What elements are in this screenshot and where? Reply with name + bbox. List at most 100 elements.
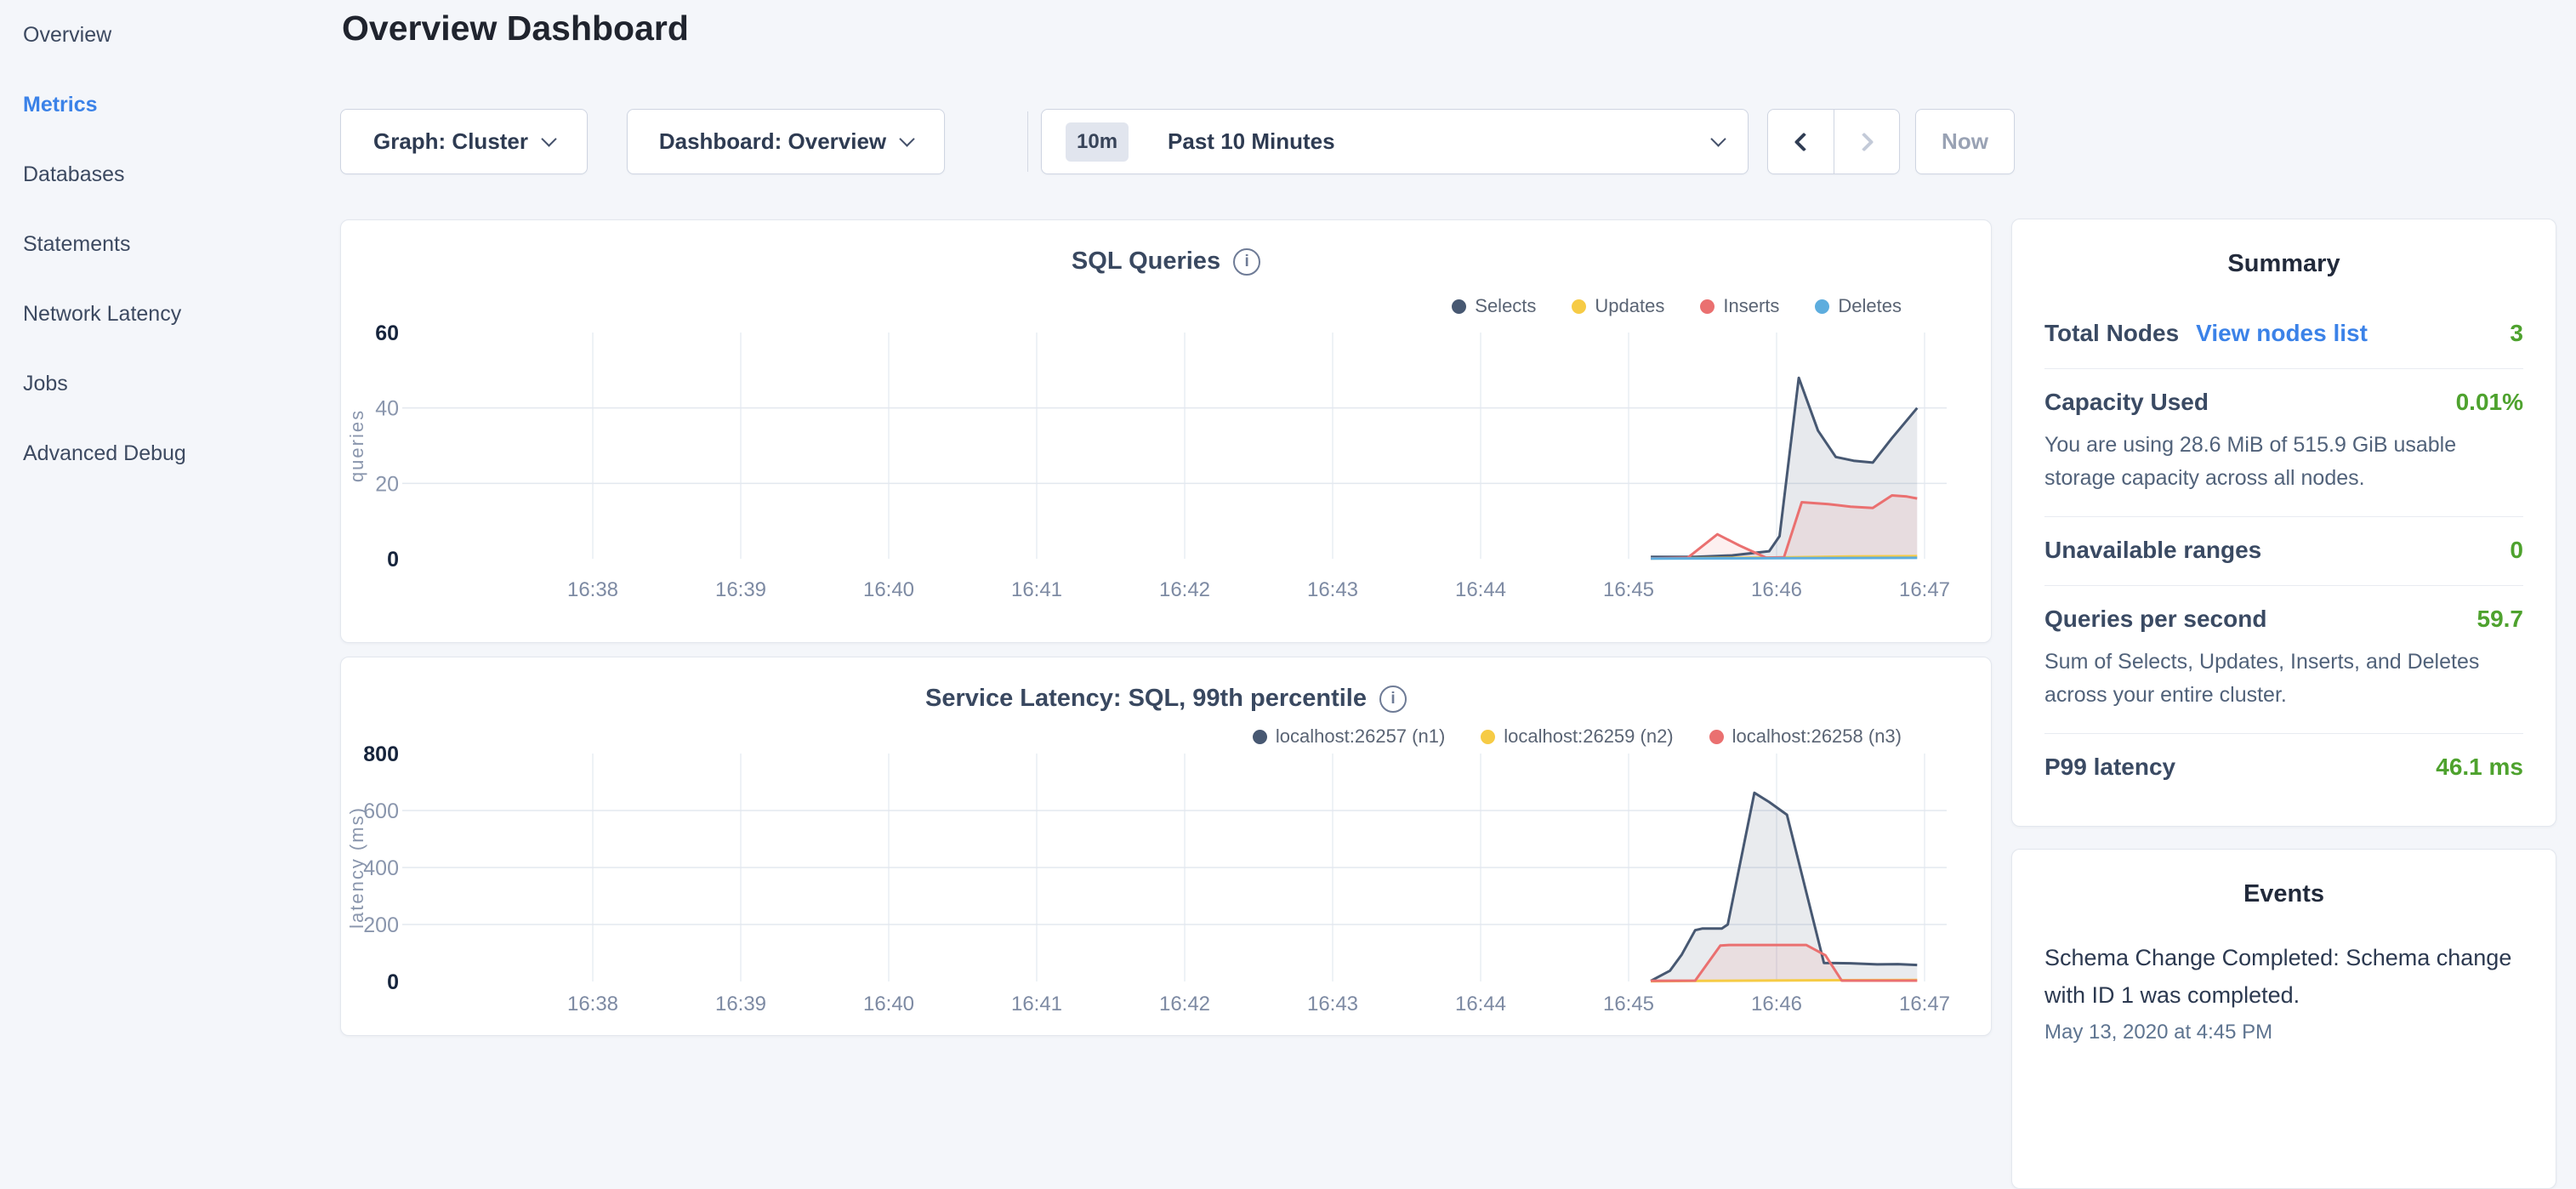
events-panel: Events Schema Change Completed: Schema c… (2011, 849, 2556, 1189)
service-latency-chart[interactable]: 16:3816:3916:4016:4116:4216:4316:4416:45… (341, 745, 1991, 1026)
legend-dot-icon (1452, 299, 1466, 314)
event-message[interactable]: Schema Change Completed: Schema change w… (2044, 939, 2523, 1014)
graph-dropdown[interactable]: Graph: Cluster (340, 109, 588, 174)
sidebar-item-overview[interactable]: Overview (0, 0, 340, 70)
svg-text:16:43: 16:43 (1307, 993, 1358, 1015)
svg-text:20: 20 (375, 472, 399, 496)
time-prev-button[interactable] (1768, 110, 1834, 174)
svg-text:16:47: 16:47 (1899, 578, 1950, 601)
time-range-dropdown[interactable]: 10m Past 10 Minutes (1041, 109, 1749, 174)
legend-item[interactable]: Updates (1572, 295, 1664, 317)
view-nodes-list-link[interactable]: View nodes list (2196, 320, 2368, 347)
events-list: Schema Change Completed: Schema change w… (2044, 939, 2523, 1044)
sidebar: OverviewMetricsDatabasesStatementsNetwor… (0, 0, 340, 488)
events-title: Events (2012, 880, 2556, 908)
svg-text:16:40: 16:40 (863, 578, 914, 601)
sidebar-item-metrics[interactable]: Metrics (0, 70, 340, 139)
svg-text:16:43: 16:43 (1307, 578, 1358, 601)
summary-row-value: 0 (2510, 537, 2523, 564)
legend-label: Deletes (1838, 295, 1902, 317)
chevron-right-icon (1855, 132, 1874, 151)
summary-row-label: Queries per second (2044, 606, 2266, 633)
service-latency-chart-card: Service Latency: SQL, 99th percentile i … (340, 657, 1992, 1036)
summary-row-value: 59.7 (2477, 606, 2524, 633)
graph-dropdown-label: Graph: Cluster (373, 128, 528, 155)
summary-row-subtext: Sum of Selects, Updates, Inserts, and De… (2044, 646, 2523, 712)
chart-title-text: SQL Queries (1072, 247, 1220, 276)
legend-label: Inserts (1723, 295, 1779, 317)
svg-text:800: 800 (363, 745, 399, 766)
chevron-down-icon (541, 131, 556, 146)
svg-text:16:39: 16:39 (715, 993, 766, 1015)
legend-dot-icon (1709, 730, 1724, 744)
summary-rows: Total Nodes View nodes list 3 Capacity Used… (2044, 300, 2523, 802)
time-range-badge: 10m (1066, 122, 1129, 162)
legend-label: Updates (1595, 295, 1664, 317)
sidebar-item-databases[interactable]: Databases (0, 139, 340, 209)
legend-item[interactable]: Deletes (1815, 295, 1902, 317)
chart-title: SQL Queries i (341, 247, 1991, 276)
summary-row-value: 46.1 ms (2436, 754, 2523, 781)
svg-text:0: 0 (387, 970, 399, 994)
info-icon[interactable]: i (1379, 686, 1407, 713)
svg-text:16:44: 16:44 (1455, 578, 1506, 601)
summary-row-value: 0.01% (2456, 389, 2523, 416)
svg-text:16:38: 16:38 (567, 578, 618, 601)
controls-divider (1027, 111, 1028, 172)
svg-text:16:41: 16:41 (1011, 578, 1062, 601)
legend-dot-icon (1700, 299, 1714, 314)
dashboard-dropdown[interactable]: Dashboard: Overview (627, 109, 945, 174)
summary-row-label: Total Nodes (2044, 320, 2179, 347)
summary-row-subtext: You are using 28.6 MiB of 515.9 GiB usab… (2044, 429, 2523, 495)
svg-text:16:44: 16:44 (1455, 993, 1506, 1015)
summary-row-label: P99 latency (2044, 754, 2175, 781)
svg-text:40: 40 (375, 397, 399, 421)
now-button[interactable]: Now (1915, 109, 2015, 174)
summary-row-value: 3 (2510, 320, 2523, 347)
sidebar-item-advanced-debug[interactable]: Advanced Debug (0, 418, 340, 488)
legend-label: Selects (1475, 295, 1536, 317)
legend-dot-icon (1815, 299, 1829, 314)
svg-text:queries: queries (346, 409, 367, 482)
svg-text:600: 600 (363, 799, 399, 823)
summary-row: Queries per second 59.7 Sum of Selects, Up… (2044, 586, 2523, 734)
page-title: Overview Dashboard (342, 9, 689, 48)
svg-text:16:45: 16:45 (1603, 578, 1654, 601)
svg-text:16:38: 16:38 (567, 993, 618, 1015)
svg-text:60: 60 (375, 321, 399, 345)
svg-text:400: 400 (363, 856, 399, 880)
legend-item[interactable]: Inserts (1700, 295, 1779, 317)
sidebar-item-jobs[interactable]: Jobs (0, 349, 340, 418)
sql-queries-chart-card: SQL Queries i Selects Updates Inserts Delet… (340, 219, 1992, 643)
chart-title: Service Latency: SQL, 99th percentile i (341, 685, 1991, 713)
time-next-button[interactable] (1834, 110, 1899, 174)
summary-title: Summary (2012, 250, 2556, 278)
time-pager (1767, 109, 1900, 174)
svg-text:16:42: 16:42 (1159, 578, 1210, 601)
summary-row: P99 latency 46.1 ms (2044, 734, 2523, 802)
summary-row: Unavailable ranges 0 (2044, 517, 2523, 586)
svg-text:latency (ms): latency (ms) (346, 806, 367, 929)
legend-item[interactable]: Selects (1452, 295, 1536, 317)
svg-text:16:39: 16:39 (715, 578, 766, 601)
svg-text:16:40: 16:40 (863, 993, 914, 1015)
chart-title-text: Service Latency: SQL, 99th percentile (925, 685, 1367, 713)
chevron-down-icon (899, 131, 914, 146)
chart-legend: Selects Updates Inserts Deletes (1452, 295, 1902, 317)
svg-text:16:46: 16:46 (1751, 578, 1802, 601)
svg-text:16:41: 16:41 (1011, 993, 1062, 1015)
info-icon[interactable]: i (1233, 248, 1260, 276)
chevron-down-icon (1710, 131, 1726, 146)
svg-text:200: 200 (363, 913, 399, 937)
summary-row-label: Unavailable ranges (2044, 537, 2261, 564)
sidebar-item-network-latency[interactable]: Network Latency (0, 279, 340, 349)
summary-row-label: Capacity Used (2044, 389, 2209, 416)
summary-panel: Summary Total Nodes View nodes list 3 Capac… (2011, 219, 2556, 827)
event-timestamp: May 13, 2020 at 4:45 PM (2044, 1021, 2523, 1044)
sidebar-item-statements[interactable]: Statements (0, 209, 340, 279)
svg-text:0: 0 (387, 548, 399, 572)
svg-text:16:46: 16:46 (1751, 993, 1802, 1015)
time-range-label: Past 10 Minutes (1168, 128, 1335, 155)
sql-queries-chart[interactable]: 16:38 16:39 16:40 16:41 16:42 16:43 16:44 16:45… (341, 316, 1991, 613)
legend-dot-icon (1481, 730, 1495, 744)
